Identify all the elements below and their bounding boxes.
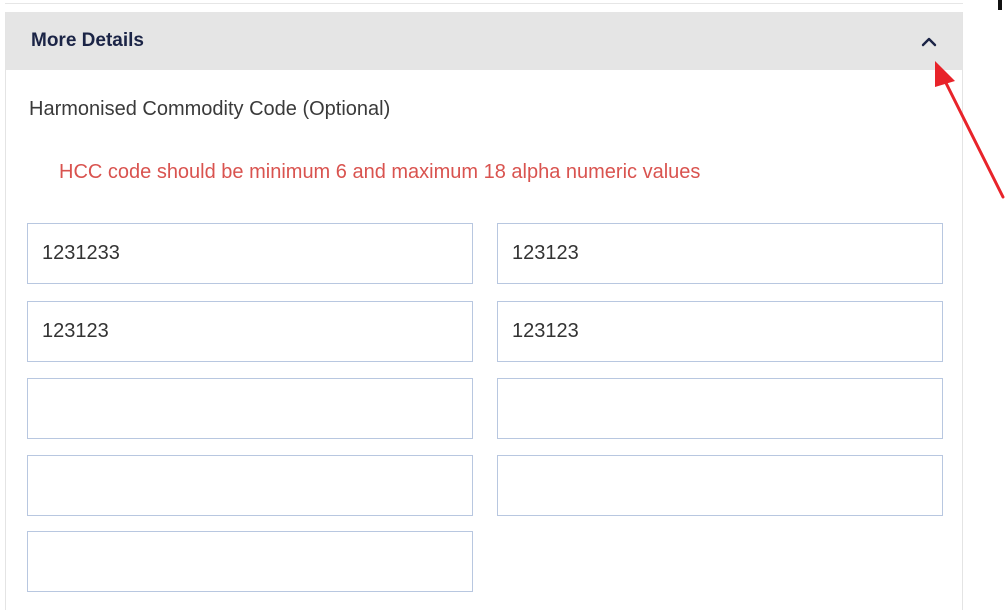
hcc-input-5[interactable] [27, 378, 473, 439]
hcc-input-6[interactable] [497, 378, 943, 439]
chevron-up-icon[interactable] [917, 30, 941, 54]
edge-mark [998, 0, 1002, 10]
hcc-input-8[interactable] [497, 455, 943, 516]
hcc-error-message: HCC code should be minimum 6 and maximum… [59, 161, 701, 183]
panel-title: More Details [31, 30, 144, 51]
top-divider [5, 3, 963, 4]
hcc-input-4[interactable] [497, 301, 943, 362]
hcc-field-label: Harmonised Commodity Code (Optional) [29, 98, 391, 120]
hcc-input-9[interactable] [27, 531, 473, 592]
hcc-input-1[interactable] [27, 223, 473, 284]
hcc-input-2[interactable] [497, 223, 943, 284]
hcc-input-3[interactable] [27, 301, 473, 362]
more-details-panel: More Details Harmonised Commodity Code (… [5, 12, 963, 610]
hcc-input-7[interactable] [27, 455, 473, 516]
more-details-header[interactable]: More Details [6, 12, 962, 70]
